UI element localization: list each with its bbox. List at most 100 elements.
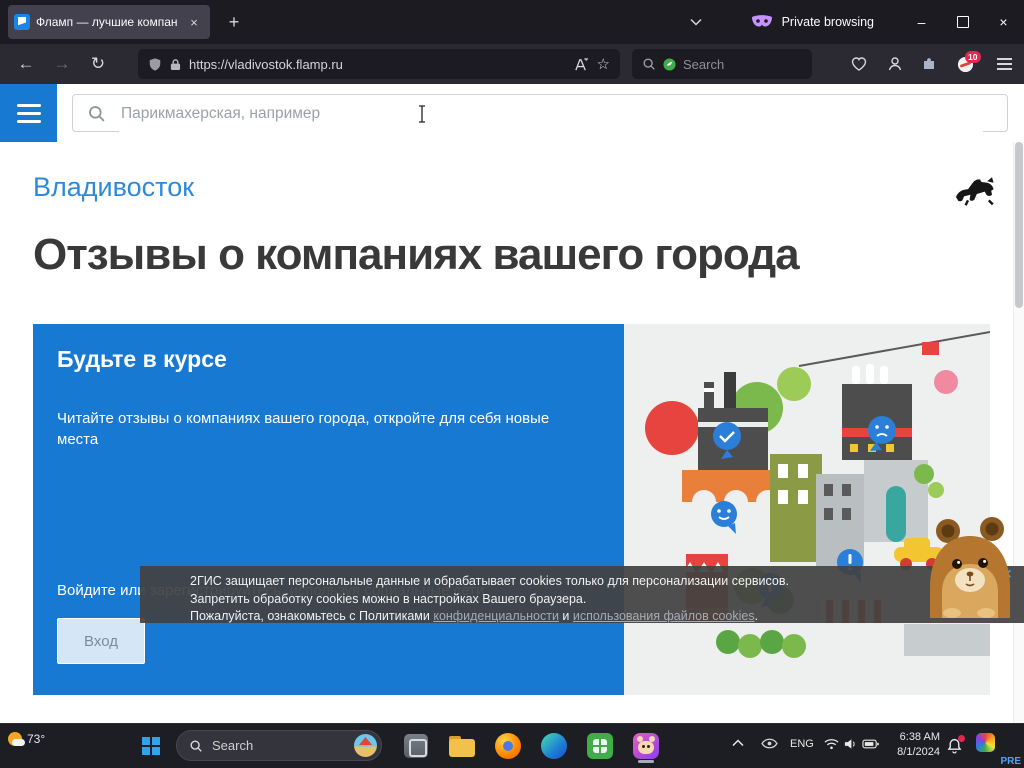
cookie-line1: 2ГИС защищает персональные данные и обра… (190, 574, 789, 588)
search-icon (643, 58, 655, 70)
hamster-mascot (922, 514, 1018, 618)
taskbar-icon-flamp[interactable] (628, 728, 664, 764)
lock-icon[interactable] (170, 58, 181, 71)
search-engine-badge-icon (663, 57, 676, 71)
private-browsing-indicator: Private browsing (750, 0, 874, 44)
pocket-heart-button[interactable] (843, 48, 875, 80)
temperature-label: 73° (27, 732, 46, 746)
person-icon (888, 57, 902, 71)
tray-chevron-up-icon[interactable] (728, 739, 748, 747)
private-mask-icon (751, 15, 772, 27)
heart-icon (851, 57, 867, 71)
taskbar-clock[interactable]: 6:38 AM 8/1/2024 (876, 730, 940, 760)
tiger-logo-icon (952, 172, 1000, 208)
photos-icon (404, 734, 428, 758)
browser-search-placeholder: Search (683, 56, 725, 72)
account-button[interactable] (879, 48, 911, 80)
city-link[interactable]: Владивосток (33, 172, 194, 203)
browser-search-field[interactable]: Search (632, 49, 812, 79)
page-content: Владивосток Отзывы о компаниях вашего го… (0, 84, 1024, 723)
insider-watermark: PRE (1000, 756, 1021, 767)
taskbar-icon-photos[interactable] (398, 728, 434, 764)
search-icon (190, 739, 202, 752)
site-menu-button[interactable] (0, 84, 57, 142)
puzzle-icon (924, 58, 934, 69)
windows-logo-icon (142, 737, 160, 755)
browser-titlebar: Фламп — лучшие компании × + Private brow… (0, 0, 1024, 44)
taskbar-search-label: Search (212, 738, 254, 753)
tab-title: Фламп — лучшие компании (36, 15, 178, 29)
taskbar: 73° Search ENG 6:38 AM 8/1/2024 PRE (0, 723, 1024, 768)
bell-icon (946, 735, 965, 755)
adblock-extension-button[interactable]: 10 (949, 48, 981, 80)
text-cursor-icon (417, 105, 427, 123)
back-button[interactable]: ← (10, 48, 42, 80)
clock-time: 6:38 AM (899, 731, 940, 743)
maximize-icon (956, 16, 969, 28)
url-bar[interactable]: https://vladivostok.flamp.ru ☆ (138, 49, 620, 79)
translate-icon[interactable] (574, 57, 589, 72)
language-indicator[interactable]: ENG (790, 738, 814, 750)
forward-button[interactable]: → (46, 48, 78, 80)
clock-date: 8/1/2024 (897, 746, 940, 758)
screen: Фламп — лучшие компании × + Private brow… (0, 0, 1024, 768)
notification-dot (958, 735, 965, 742)
minimize-button[interactable]: – (901, 0, 942, 44)
extensions-button[interactable] (913, 48, 945, 80)
volume-icon (844, 739, 855, 749)
reload-button[interactable]: ↻ (82, 48, 114, 80)
url-text: https://vladivostok.flamp.ru (189, 56, 343, 72)
tray-status-icons[interactable] (824, 738, 879, 750)
browser-navbar: ← → ↻ https://vladivostok.flamp.ru ☆ Sea… (0, 44, 1024, 84)
active-app-indicator (638, 760, 654, 763)
start-button[interactable] (133, 728, 169, 764)
close-window-button[interactable]: × (983, 0, 1024, 44)
taskbar-icon-edge[interactable] (536, 728, 572, 764)
weather-icon (8, 732, 25, 746)
maximize-button[interactable] (942, 0, 983, 44)
notification-bell-button[interactable] (946, 735, 965, 755)
bookmark-star-icon[interactable]: ☆ (597, 55, 610, 73)
cookie-line3: Пожалуйста, ознакомьтесь с Политиками ко… (190, 609, 759, 623)
site-search-input[interactable] (119, 96, 983, 132)
city-illustration (624, 324, 990, 695)
hamburger-icon (996, 58, 1012, 60)
privacy-policy-link[interactable]: конфиденциальности (433, 609, 559, 623)
taskbar-icon-green-app[interactable] (582, 728, 618, 764)
promo-banner-left: Будьте в курсе Читайте отзывы о компания… (33, 324, 624, 695)
page-scrollbar[interactable] (1013, 142, 1024, 723)
banner-title: Будьте в курсе (57, 346, 227, 372)
firefox-icon (495, 733, 521, 759)
green-app-icon (587, 733, 613, 759)
page-heading: Отзывы о компаниях вашего города (33, 230, 800, 279)
banner-body: Читайте отзывы о компаниях вашего города… (57, 410, 550, 448)
new-tab-button[interactable]: + (220, 8, 248, 36)
search-highlight-thumbnail (354, 734, 377, 757)
tray-eye-icon[interactable] (758, 738, 780, 749)
taskbar-icon-firefox[interactable] (490, 728, 526, 764)
browser-menu-button[interactable] (988, 48, 1020, 80)
tracking-shield-icon[interactable] (148, 57, 162, 72)
edge-icon (541, 733, 567, 759)
cookie-notice: 2ГИС защищает персональные данные и обра… (140, 566, 1024, 623)
taskbar-icon-file-explorer[interactable] (444, 728, 480, 764)
site-search-bar[interactable] (72, 94, 1008, 132)
private-browsing-label: Private browsing (781, 15, 874, 29)
cookie-line2: Запретить обработку cookies можно в наст… (190, 591, 587, 606)
extension-badge: 10 (965, 50, 981, 63)
weather-widget[interactable]: 73° (8, 732, 45, 746)
scrollbar-thumb[interactable] (1015, 142, 1023, 308)
wifi-icon (824, 739, 839, 750)
promo-banner: Будьте в курсе Читайте отзывы о компания… (33, 324, 990, 695)
colorful-app-icon[interactable] (976, 733, 995, 752)
flamp-app-icon (633, 733, 659, 759)
flamp-favicon-icon (14, 14, 30, 30)
tab-close-icon[interactable]: × (184, 12, 204, 32)
login-button[interactable]: Вход (57, 618, 145, 664)
folder-icon (449, 735, 475, 757)
taskbar-search[interactable]: Search (176, 730, 382, 761)
cookies-policy-link[interactable]: использования файлов cookies (573, 609, 755, 623)
hamburger-icon (16, 103, 41, 107)
tab-list-chevron-icon[interactable] (684, 11, 708, 33)
browser-tab[interactable]: Фламп — лучшие компании × (8, 5, 210, 39)
